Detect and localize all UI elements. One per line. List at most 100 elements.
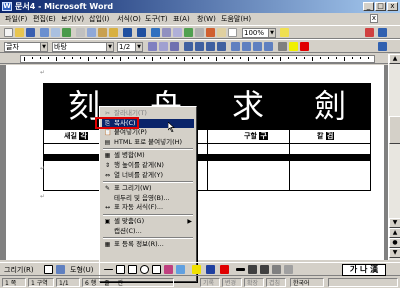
style-combo[interactable]: 글자 ▼ [4, 42, 48, 52]
justify-icon[interactable] [217, 42, 226, 51]
close-button[interactable]: x [387, 2, 398, 11]
menu-insert[interactable]: 삽입(I) [89, 14, 109, 24]
decrease-indent-icon[interactable] [253, 42, 262, 51]
arrow-style-icon[interactable] [260, 265, 269, 274]
line-color-icon[interactable] [206, 265, 215, 274]
context-menu-item[interactable]: ↔ 표 자동 서식(F)... [102, 203, 194, 212]
context-menu-item[interactable]: ⇔ 열 너비를 같게(Y) [102, 171, 194, 180]
status-mode-trk[interactable]: 변경 [222, 278, 242, 287]
align-center-icon[interactable] [195, 42, 204, 51]
chevron-down-icon[interactable]: ▼ [135, 43, 142, 51]
italic-icon[interactable] [159, 42, 168, 51]
increase-indent-icon[interactable] [264, 42, 273, 51]
scroll-thumb[interactable] [389, 116, 400, 144]
line-style-icon[interactable] [236, 268, 245, 271]
menu-help[interactable]: 도움말(H) [221, 14, 251, 24]
clipart-icon[interactable] [176, 265, 185, 274]
menu-view[interactable]: 보기(V) [61, 14, 84, 24]
scroll-up-arrow-icon[interactable]: ▲ [389, 54, 400, 64]
font-size-combo[interactable]: 1/2 ▼ [117, 42, 143, 52]
cut-toolbar-icon[interactable] [76, 28, 85, 37]
menu-format[interactable]: 서식(O) [117, 14, 141, 24]
hyperlink-icon[interactable] [151, 28, 160, 37]
undo-icon[interactable] [123, 28, 132, 37]
textbox-icon[interactable] [152, 265, 161, 274]
bold-icon[interactable] [148, 42, 157, 51]
autoshapes-menu-button[interactable]: 도형(U) [70, 265, 93, 275]
border-icon[interactable] [278, 42, 287, 51]
menu-table[interactable]: 표(A) [173, 14, 190, 24]
bullets-icon[interactable] [242, 42, 251, 51]
status-mode-ovr[interactable]: 겹침 [266, 278, 286, 287]
scroll-down-arrow-icon[interactable]: ▼ [389, 218, 400, 228]
select-objects-icon[interactable] [44, 265, 53, 274]
font-color-draw-icon[interactable] [220, 265, 229, 274]
next-page-icon[interactable]: ▼ [389, 248, 400, 258]
minimize-button[interactable]: _ [363, 2, 374, 11]
show-hide-icon[interactable] [228, 28, 237, 37]
free-rotate-icon[interactable] [56, 265, 65, 274]
paste-toolbar-icon[interactable] [98, 28, 107, 37]
context-menu-item[interactable]: 테두리 및 음영(B)... [102, 194, 194, 203]
redo-icon[interactable] [137, 28, 146, 37]
align-right-icon[interactable] [206, 42, 215, 51]
arrow-icon[interactable] [116, 265, 125, 274]
print-preview-icon[interactable] [51, 28, 60, 37]
dash-style-icon[interactable] [248, 265, 257, 274]
document-map-icon[interactable] [217, 28, 226, 37]
prev-page-icon[interactable]: ▲ [389, 228, 400, 238]
format-painter-icon[interactable] [109, 28, 118, 37]
oval-icon[interactable] [140, 265, 149, 274]
fill-color-icon[interactable] [192, 265, 201, 274]
status-mode-rec[interactable]: 기록 [200, 278, 220, 287]
highlight-icon[interactable] [289, 42, 298, 51]
help-icon[interactable] [280, 28, 289, 37]
open-folder-icon[interactable] [15, 28, 24, 37]
menu-tools[interactable]: 도구(T) [145, 14, 168, 24]
numbering-icon[interactable] [231, 42, 240, 51]
maximize-button[interactable]: □ [375, 2, 386, 11]
context-menu-item[interactable]: 📋 붙여넣기(P) [102, 128, 194, 137]
spelling-icon[interactable] [62, 28, 71, 37]
context-menu-item[interactable]: 캡션(C)... [102, 227, 194, 236]
underline-icon[interactable] [170, 42, 179, 51]
shadow-icon[interactable] [272, 265, 281, 274]
print-icon[interactable] [40, 28, 49, 37]
browse-object-icon[interactable]: ● [389, 238, 400, 248]
context-menu-item[interactable]: ⇕ 행 높이를 같게(N) [102, 161, 194, 170]
more-buttons-icon[interactable] [378, 28, 387, 37]
tables-borders-icon[interactable] [162, 28, 171, 37]
language-bar[interactable]: 가 나 漢 [342, 264, 386, 276]
align-left-icon[interactable] [184, 42, 193, 51]
context-menu-item[interactable]: ▦ 표 등록 정보(R)... [102, 240, 194, 249]
draw-menu-button[interactable]: 그리기(R) [4, 265, 34, 275]
close-document-button[interactable]: x [370, 14, 378, 23]
context-menu-item[interactable]: ▣ 셀 맞춤(G) ▶ [102, 217, 194, 226]
menu-window[interactable]: 창(W) [197, 14, 216, 24]
insert-table-icon[interactable] [173, 28, 182, 37]
zoom-combo[interactable]: 100% ▼ [242, 28, 276, 38]
3d-icon[interactable] [284, 265, 293, 274]
vertical-scrollbar[interactable]: ▲ ▼ ▲ ● ▼ [388, 54, 400, 260]
rectangle-icon[interactable] [128, 265, 137, 274]
save-icon[interactable] [26, 28, 35, 37]
redo-red-icon[interactable] [365, 28, 374, 37]
more-buttons-icon[interactable] [378, 42, 387, 51]
drawing-icon[interactable] [206, 28, 215, 37]
font-color-icon[interactable] [300, 42, 309, 51]
word-icon[interactable]: W [2, 2, 12, 11]
horizontal-ruler[interactable] [0, 54, 400, 64]
menu-edit[interactable]: 편집(E) [33, 14, 56, 24]
context-menu-item[interactable]: ▤ HTML 표로 붙여넣기(H) [102, 138, 194, 147]
columns-icon[interactable] [195, 28, 204, 37]
new-doc-icon[interactable] [4, 28, 13, 37]
chevron-down-icon[interactable]: ▼ [106, 43, 113, 51]
menu-file[interactable]: 파일(F) [5, 14, 27, 24]
wordart-icon[interactable] [164, 265, 173, 274]
chevron-down-icon[interactable]: ▼ [268, 29, 275, 37]
font-combo[interactable]: 바탕 ▼ [52, 42, 114, 52]
context-menu-item[interactable]: ▦ 셀 병합(M) [102, 151, 194, 160]
copy-toolbar-icon[interactable] [87, 28, 96, 37]
line-icon[interactable] [104, 269, 113, 270]
context-menu-item[interactable]: ✎ 표 그리기(W) [102, 184, 194, 193]
